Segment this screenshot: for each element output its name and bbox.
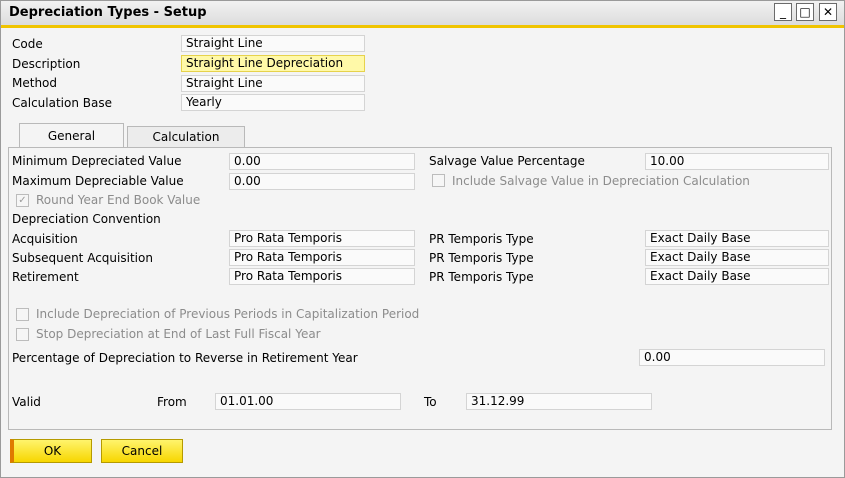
cancel-button[interactable]: Cancel — [101, 439, 183, 463]
acquisition-label: Acquisition — [12, 232, 78, 246]
close-icon[interactable]: ✕ — [819, 3, 837, 21]
valid-from-field[interactable]: 01.01.00 — [215, 393, 401, 410]
tab-general[interactable]: General — [19, 123, 124, 148]
min-depreciated-label: Minimum Depreciated Value — [12, 154, 182, 168]
method-field[interactable]: Straight Line — [181, 75, 365, 92]
depreciation-convention-heading: Depreciation Convention — [12, 212, 161, 226]
acquisition-field[interactable]: Pro Rata Temporis — [229, 230, 415, 247]
retirement-type-field[interactable]: Exact Daily Base — [645, 268, 829, 285]
subsequent-acquisition-type-field[interactable]: Exact Daily Base — [645, 249, 829, 266]
calculation-base-label: Calculation Base — [12, 96, 112, 110]
salvage-pct-field[interactable]: 10.00 — [645, 153, 829, 170]
max-depreciable-field[interactable]: 0.00 — [229, 173, 415, 190]
title-bar: Depreciation Types - Setup _ □ ✕ — [1, 1, 844, 28]
salvage-pct-label: Salvage Value Percentage — [429, 154, 585, 168]
stop-depreciation-label: Stop Depreciation at End of Last Full Fi… — [36, 327, 321, 341]
include-prev-periods-checkbox[interactable] — [16, 308, 29, 321]
max-depreciable-label: Maximum Depreciable Value — [12, 174, 184, 188]
window-title: Depreciation Types - Setup — [9, 5, 207, 20]
tab-calculation[interactable]: Calculation — [127, 126, 245, 147]
include-salvage-label: Include Salvage Value in Depreciation Ca… — [452, 174, 750, 188]
acquisition-type-field[interactable]: Exact Daily Base — [645, 230, 829, 247]
retirement-field[interactable]: Pro Rata Temporis — [229, 268, 415, 285]
description-field[interactable]: Straight Line Depreciation — [181, 55, 365, 72]
round-year-end-label: Round Year End Book Value — [36, 193, 201, 207]
round-year-end-checkbox[interactable]: ✓ — [16, 194, 29, 207]
min-depreciated-field[interactable]: 0.00 — [229, 153, 415, 170]
general-panel — [8, 147, 832, 430]
valid-from-label: From — [157, 395, 187, 409]
reverse-pct-field[interactable]: 0.00 — [639, 349, 825, 366]
subsequent-acquisition-label: Subsequent Acquisition — [12, 251, 153, 265]
acquisition-type-label: PR Temporis Type — [429, 232, 534, 246]
stop-depreciation-checkbox[interactable] — [16, 328, 29, 341]
description-label: Description — [12, 57, 81, 71]
retirement-type-label: PR Temporis Type — [429, 270, 534, 284]
maximize-icon[interactable]: □ — [796, 3, 814, 21]
subsequent-acquisition-type-label: PR Temporis Type — [429, 251, 534, 265]
ok-button[interactable]: OK — [10, 439, 92, 463]
retirement-label: Retirement — [12, 270, 79, 284]
valid-label: Valid — [12, 395, 41, 409]
valid-to-field[interactable]: 31.12.99 — [466, 393, 652, 410]
include-salvage-checkbox[interactable] — [432, 174, 445, 187]
code-label: Code — [12, 37, 43, 51]
reverse-pct-label: Percentage of Depreciation to Reverse in… — [12, 351, 358, 365]
valid-to-label: To — [424, 395, 437, 409]
include-prev-periods-label: Include Depreciation of Previous Periods… — [36, 307, 420, 321]
code-field[interactable]: Straight Line — [181, 35, 365, 52]
depreciation-types-window: Depreciation Types - Setup _ □ ✕ Code St… — [0, 0, 845, 478]
minimize-icon[interactable]: _ — [774, 3, 792, 21]
method-label: Method — [12, 76, 58, 90]
subsequent-acquisition-field[interactable]: Pro Rata Temporis — [229, 249, 415, 266]
calculation-base-field[interactable]: Yearly — [181, 94, 365, 111]
